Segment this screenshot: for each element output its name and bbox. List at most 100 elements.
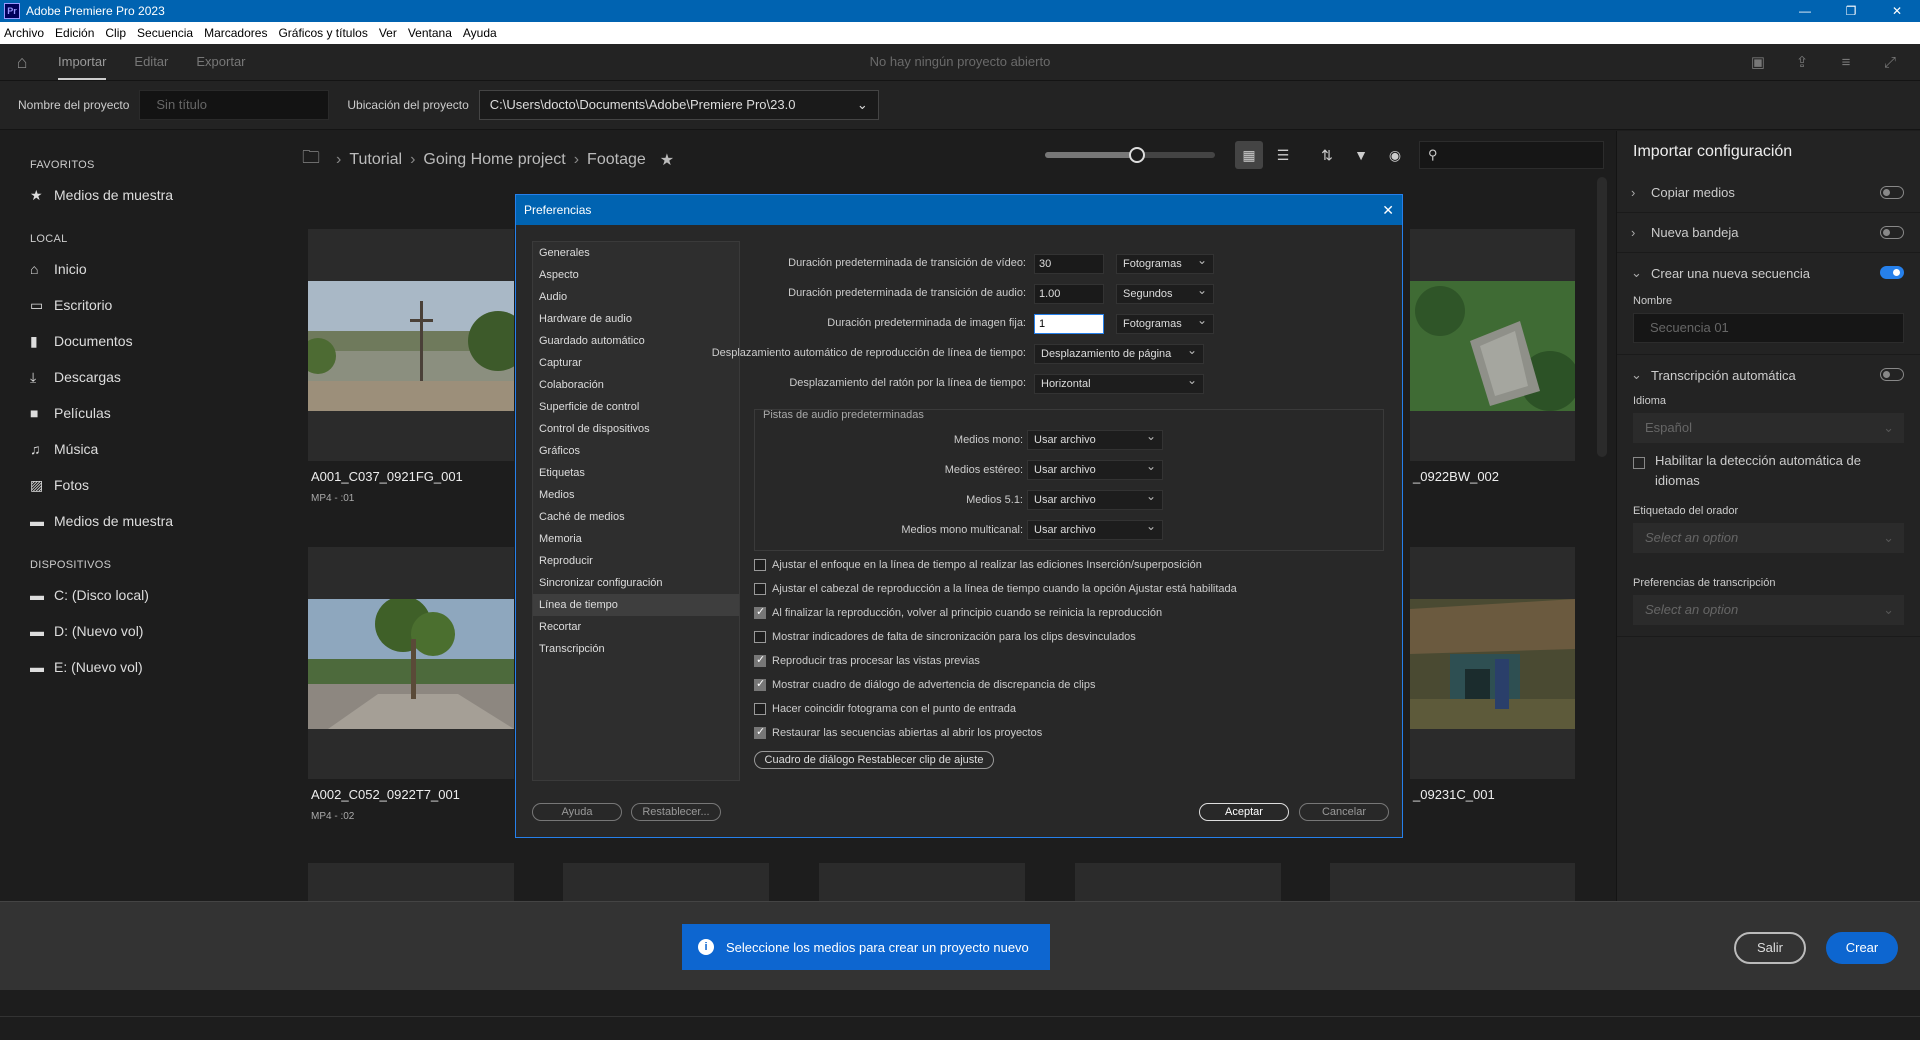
new-sequence-row[interactable]: ⌄ Crear una nueva secuencia (1617, 253, 1920, 293)
menu-archivo[interactable]: Archivo (4, 26, 44, 40)
timeline-checkbox[interactable]: Restaurar las secuencias abiertas al abr… (754, 725, 1042, 739)
autoscroll-select[interactable]: Desplazamiento de página (1034, 341, 1204, 364)
category-item[interactable]: Gráficos (533, 440, 739, 462)
minimize-button[interactable]: — (1782, 0, 1828, 22)
workspace-icon[interactable]: ▣ (1736, 53, 1780, 71)
grid-view-icon[interactable]: ▦ (1235, 141, 1263, 169)
media-card[interactable]: A001_C037_0921FG_001 MP4 - :01 (308, 229, 514, 504)
close-window-button[interactable]: ✕ (1874, 0, 1920, 22)
sidebar-item-musica[interactable]: ♫ Música (0, 431, 290, 467)
sidebar-item-fotos[interactable]: ▨ Fotos (0, 467, 290, 503)
sidebar-item-documentos[interactable]: ▮ Documentos (0, 323, 290, 359)
restore-button[interactable]: ❐ (1828, 0, 1874, 22)
slider-knob[interactable] (1128, 147, 1145, 163)
stereo-select[interactable]: Usar archivo (1027, 457, 1163, 480)
menu-clip[interactable]: Clip (105, 26, 126, 40)
sidebar-item-descargas[interactable]: ⤓ Descargas (0, 359, 290, 395)
still-image-unit-select[interactable]: Fotogramas (1116, 311, 1214, 334)
category-item[interactable]: Generales (533, 242, 739, 264)
reset-button[interactable]: Restablecer... (631, 803, 721, 821)
detect-languages-checkbox[interactable]: Habilitar la detección automática de idi… (1633, 451, 1904, 491)
auto-transcription-row[interactable]: ⌄ Transcripción automática (1617, 355, 1920, 395)
checkbox-box[interactable] (1633, 457, 1645, 469)
checkbox-box[interactable] (754, 725, 766, 739)
media-card[interactable] (1330, 863, 1575, 903)
menu-lines-icon[interactable]: ≡ (1824, 54, 1868, 71)
tab-editar[interactable]: Editar (134, 44, 168, 80)
menu-ventana[interactable]: Ventana (408, 26, 452, 40)
audio-transition-input[interactable]: 1.00 (1034, 284, 1104, 304)
five-one-select[interactable]: Usar archivo (1027, 487, 1163, 510)
fullscreen-icon[interactable]: ⤢ (1868, 54, 1912, 71)
media-card[interactable]: _09231C_001 (1410, 547, 1575, 802)
eye-icon[interactable]: ◉ (1381, 141, 1409, 169)
audio-transition-unit-select[interactable]: Segundos (1116, 281, 1214, 304)
auto-transcription-toggle[interactable] (1880, 368, 1904, 381)
media-card[interactable] (308, 863, 514, 903)
video-transition-unit-select[interactable]: Fotogramas (1116, 251, 1214, 274)
sidebar-item-drive-e[interactable]: ▬ E: (Nuevo vol) (0, 649, 290, 685)
breadcrumb-going-home[interactable]: Going Home project (423, 151, 565, 169)
sidebar-item-sample-media-fav[interactable]: ★ Medios de muestra (0, 177, 290, 213)
menu-marcadores[interactable]: Marcadores (204, 26, 267, 40)
multichannel-select[interactable]: Usar archivo (1027, 517, 1163, 540)
video-transition-input[interactable]: 30 (1034, 254, 1104, 274)
timeline-checkbox[interactable]: Reproducir tras procesar las vistas prev… (754, 653, 980, 667)
sort-icon[interactable]: ⇅ (1313, 141, 1341, 169)
thumbnail-size-slider[interactable] (1045, 147, 1215, 163)
category-item[interactable]: Reproducir (533, 550, 739, 572)
sidebar-item-escritorio[interactable]: ▭ Escritorio (0, 287, 290, 323)
new-bin-toggle[interactable] (1880, 226, 1904, 239)
breadcrumb-footage[interactable]: Footage (587, 151, 646, 169)
project-location-select[interactable]: C:\Users\docto\Documents\Adobe\Premiere … (478, 90, 879, 120)
category-item[interactable]: Transcripción (533, 638, 739, 660)
category-item[interactable]: Sincronizar configuración (533, 572, 739, 594)
category-item[interactable]: Capturar (533, 352, 739, 374)
checkbox-box[interactable] (754, 559, 766, 571)
media-card[interactable]: A002_C052_0922T7_001 MP4 - :02 (308, 547, 514, 822)
media-card[interactable] (819, 863, 1025, 903)
search-input[interactable]: ⚲ (1419, 141, 1604, 169)
new-bin-row[interactable]: › Nueva bandeja (1617, 213, 1920, 253)
transcription-prefs-select[interactable]: Select an option ⌄ (1633, 595, 1904, 625)
timeline-checkbox[interactable]: Mostrar cuadro de diálogo de advertencia… (754, 677, 1095, 691)
copy-media-toggle[interactable] (1880, 186, 1904, 199)
timeline-checkbox[interactable]: Ajustar el cabezal de reproducción a la … (754, 583, 1237, 595)
menu-graficos[interactable]: Gráficos y títulos (278, 26, 367, 40)
folder-browse-icon[interactable]: 🗀 (302, 145, 320, 175)
vertical-scrollbar[interactable] (1597, 177, 1607, 457)
category-item[interactable]: Control de dispositivos (533, 418, 739, 440)
still-image-input[interactable]: 1 (1034, 314, 1104, 334)
category-item[interactable]: Medios (533, 484, 739, 506)
category-item[interactable]: Guardado automático (533, 330, 739, 352)
category-item[interactable]: Colaboración (533, 374, 739, 396)
close-icon[interactable]: ✕ (1382, 195, 1394, 225)
new-sequence-toggle[interactable] (1880, 266, 1904, 279)
checkbox-box[interactable] (754, 605, 766, 619)
menu-edicion[interactable]: Edición (55, 26, 94, 40)
help-button[interactable]: Ayuda (532, 803, 622, 821)
menu-ver[interactable]: Ver (379, 26, 397, 40)
breadcrumb-tutorial[interactable]: Tutorial (349, 151, 402, 169)
language-select[interactable]: Español ⌄ (1633, 413, 1904, 443)
timeline-checkbox[interactable]: Al finalizar la reproducción, volver al … (754, 605, 1162, 619)
favorite-star-icon[interactable]: ★ (660, 150, 674, 170)
checkbox-box[interactable] (754, 583, 766, 595)
filter-icon[interactable]: ▼ (1347, 141, 1375, 169)
timeline-checkbox[interactable]: Ajustar el enfoque en la línea de tiempo… (754, 559, 1202, 571)
tab-importar[interactable]: Importar (58, 44, 107, 80)
category-item[interactable]: Aspecto (533, 264, 739, 286)
home-icon[interactable]: ⌂ (0, 52, 44, 73)
timeline-checkbox[interactable]: Hacer coincidir fotograma con el punto d… (754, 703, 1016, 715)
checkbox-box[interactable] (754, 703, 766, 715)
mousescroll-select[interactable]: Horizontal (1034, 371, 1204, 394)
tab-exportar[interactable]: Exportar (196, 44, 245, 80)
category-item[interactable]: Caché de medios (533, 506, 739, 528)
sidebar-item-inicio[interactable]: ⌂ Inicio (0, 251, 290, 287)
category-item[interactable]: Línea de tiempo (533, 594, 739, 616)
create-button[interactable]: Crear (1826, 932, 1898, 964)
share-icon[interactable]: ⇪ (1780, 53, 1824, 71)
project-name-input[interactable]: Sin título (139, 90, 330, 120)
timeline-checkbox[interactable]: Mostrar indicadores de falta de sincroni… (754, 631, 1136, 643)
mono-select[interactable]: Usar archivo (1027, 427, 1163, 450)
